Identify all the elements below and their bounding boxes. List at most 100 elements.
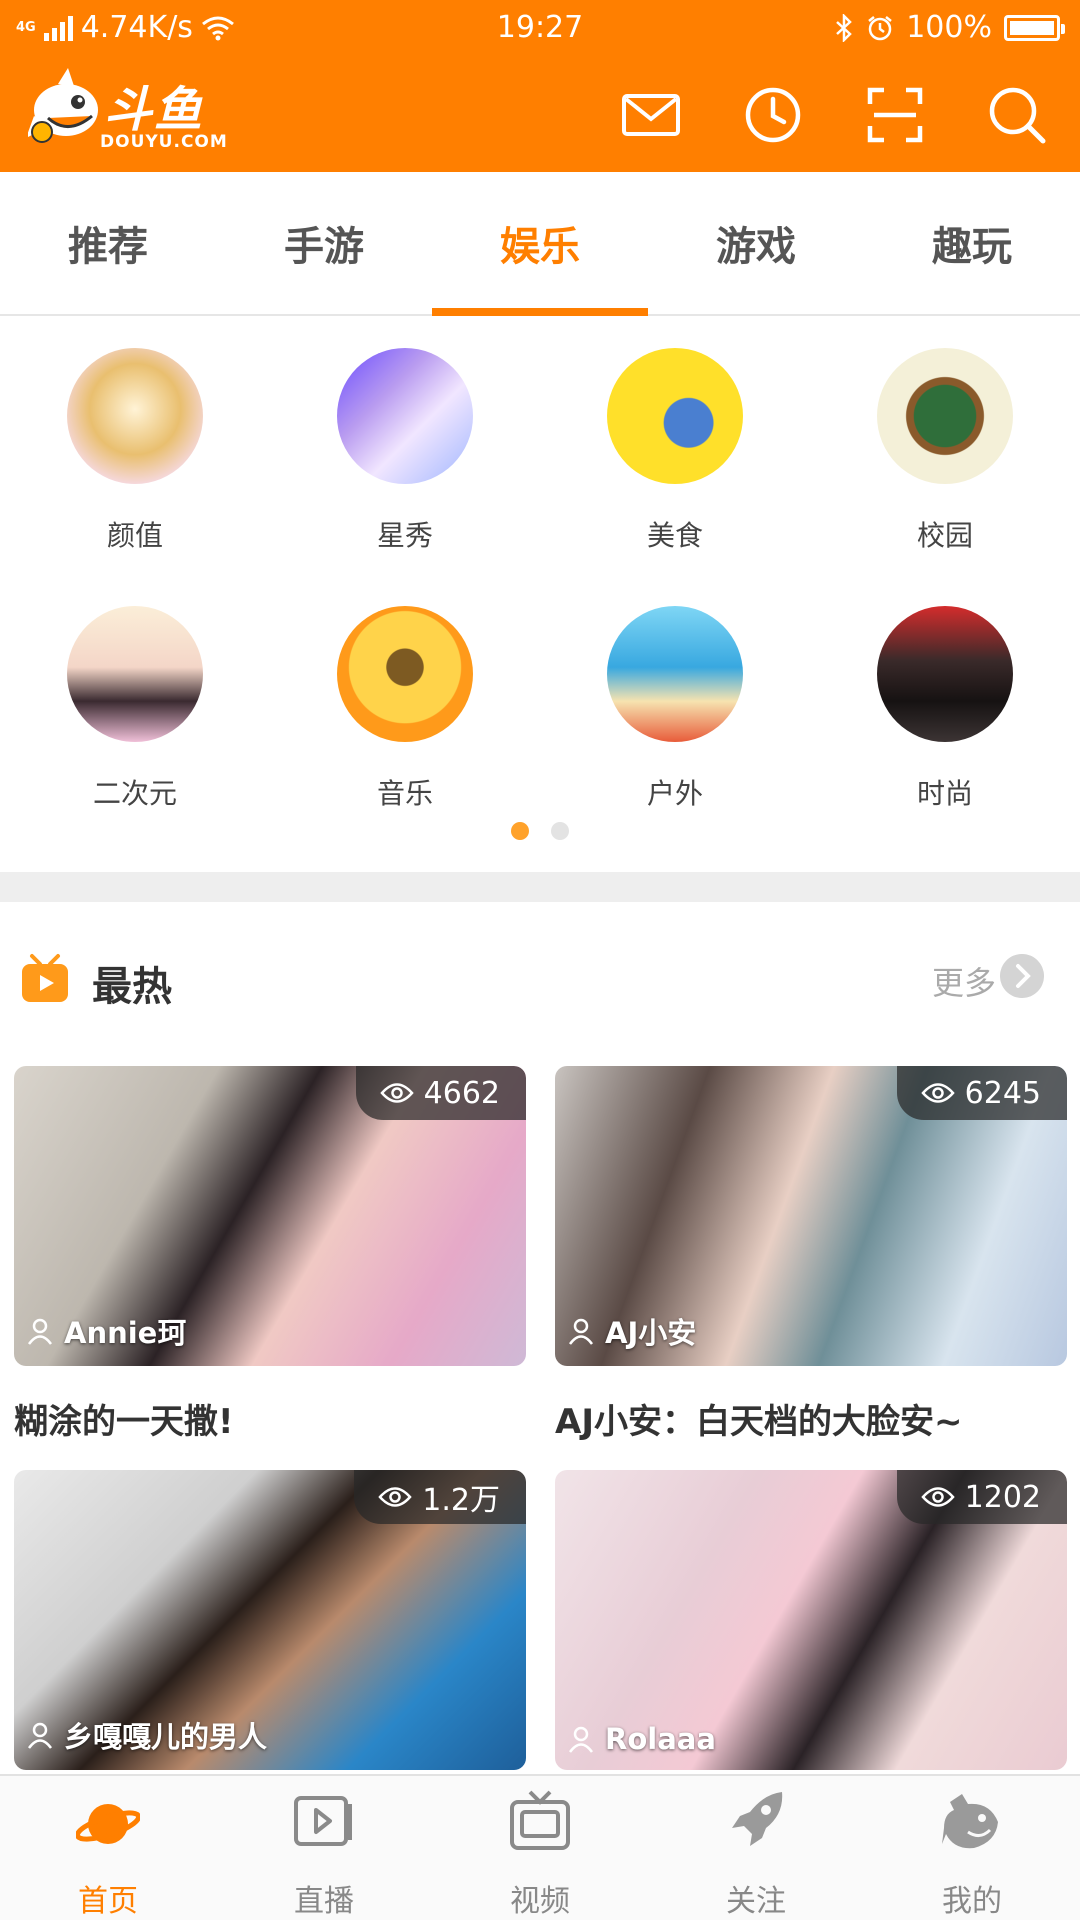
tab-fun[interactable]: 趣玩 — [864, 172, 1080, 314]
tab-recommend[interactable]: 推荐 — [0, 172, 216, 314]
category-image — [607, 348, 743, 484]
scan-icon[interactable] — [864, 84, 926, 146]
planet-icon — [76, 1804, 140, 1844]
category-label: 校园 — [916, 519, 973, 552]
category-image — [337, 348, 473, 484]
live-card[interactable]: 1202 Rolaaa — [555, 1470, 1067, 1798]
viewer-count: 1202 — [964, 1479, 1041, 1515]
category-label: 星秀 — [376, 519, 433, 552]
alarm-icon — [868, 15, 892, 40]
nav-label: 我的 — [942, 1884, 1002, 1919]
douyu-logo[interactable]: 斗鱼 DOUYU.COM — [28, 66, 228, 152]
history-icon[interactable] — [742, 84, 804, 146]
viewer-count-badge: 1202 — [896, 1470, 1067, 1524]
viewer-count-badge: 6245 — [896, 1066, 1067, 1120]
category-campus[interactable]: 校园 — [810, 348, 1080, 554]
anchor-info: 乡嘎嘎儿的男人 — [26, 1714, 267, 1756]
tv-play-icon — [22, 954, 68, 1002]
anchor-name: Annie珂 — [64, 1316, 187, 1350]
tab-mobile-games[interactable]: 手游 — [216, 172, 432, 314]
category-image — [67, 348, 203, 484]
category-acg[interactable]: 二次元 — [0, 606, 270, 812]
nav-live[interactable]: 直播 — [216, 1776, 432, 1920]
eye-icon — [378, 1487, 412, 1507]
anchor-name: 乡嘎嘎儿的男人 — [64, 1720, 268, 1754]
category-label: 音乐 — [376, 777, 433, 810]
category-xingxiu[interactable]: 星秀 — [270, 348, 540, 554]
search-icon[interactable] — [986, 84, 1048, 146]
stream-thumbnail[interactable]: 1202 Rolaaa — [555, 1470, 1067, 1770]
tab-games[interactable]: 游戏 — [648, 172, 864, 314]
section-title: 最热 — [92, 964, 172, 1010]
tab-entertainment[interactable]: 娱乐 — [432, 172, 648, 316]
play-icon — [294, 1796, 352, 1846]
page-dot[interactable] — [551, 822, 569, 840]
category-image — [607, 606, 743, 742]
stream-thumbnail[interactable]: 4662 Annie珂 — [14, 1066, 526, 1366]
category-yanzhi[interactable]: 颜值 — [0, 348, 270, 554]
user-icon — [568, 1318, 594, 1345]
category-image — [67, 606, 203, 742]
page-indicator — [0, 822, 1080, 840]
user-icon — [27, 1318, 53, 1345]
category-label: 户外 — [646, 777, 703, 810]
viewer-count: 1.2万 — [422, 1483, 500, 1518]
fish-icon — [942, 1794, 998, 1849]
eye-icon — [920, 1083, 955, 1103]
anchor-info: AJ小安 — [567, 1310, 696, 1352]
anchor-info: Annie珂 — [26, 1310, 186, 1352]
category-image — [337, 606, 473, 742]
nav-follow[interactable]: 关注 — [648, 1776, 864, 1920]
category-tabs: 推荐 手游 娱乐 游戏 趣玩 — [0, 172, 1080, 316]
category-fashion[interactable]: 时尚 — [810, 606, 1080, 812]
hot-section-header: 最热 更多 — [0, 940, 1080, 1020]
category-label: 美食 — [646, 519, 703, 552]
anchor-info: Rolaaa — [567, 1722, 716, 1756]
viewer-count: 4662 — [423, 1075, 500, 1111]
category-grid: 颜值 星秀 美食 校园 二次元 音乐 户外 时尚 — [0, 330, 1080, 810]
stream-thumbnail[interactable]: 1.2万 乡嘎嘎儿的男人 — [14, 1470, 526, 1770]
live-card[interactable]: 4662 Annie珂 糊涂的一天撒! — [14, 1066, 526, 1443]
live-card[interactable]: 1.2万 乡嘎嘎儿的男人 — [14, 1470, 526, 1798]
tv-icon — [510, 1790, 570, 1850]
bluetooth-icon — [836, 13, 853, 42]
anchor-name: AJ小安 — [605, 1316, 697, 1350]
page-dot-active[interactable] — [511, 822, 529, 840]
rocket-icon — [732, 1792, 783, 1846]
viewer-count: 6245 — [964, 1075, 1041, 1111]
logo-text: 斗鱼 — [104, 82, 205, 138]
anchor-name: Rolaaa — [605, 1722, 716, 1756]
battery-percent: 100% — [906, 10, 992, 45]
battery-icon — [1004, 14, 1065, 41]
chevron-right-icon[interactable] — [1000, 954, 1044, 998]
shark-logo-icon — [28, 68, 98, 143]
category-music[interactable]: 音乐 — [270, 606, 540, 812]
user-icon — [27, 1722, 53, 1749]
nav-label: 直播 — [294, 1884, 354, 1919]
stream-title[interactable]: AJ小安：白天档的大脸安~ — [555, 1394, 1067, 1443]
category-label: 二次元 — [92, 777, 177, 810]
nav-home[interactable]: 首页 — [0, 1776, 216, 1920]
category-label: 颜值 — [106, 519, 163, 552]
bottom-navigation: 首页 直播 视频 关注 我的 — [0, 1774, 1080, 1920]
logo-subtext: DOUYU.COM — [100, 132, 228, 152]
eye-icon — [920, 1487, 955, 1507]
stream-thumbnail[interactable]: 6245 AJ小安 — [555, 1066, 1067, 1366]
user-icon — [568, 1726, 594, 1753]
more-link[interactable]: 更多 — [932, 958, 996, 1004]
category-food[interactable]: 美食 — [540, 348, 810, 554]
category-outdoor[interactable]: 户外 — [540, 606, 810, 812]
live-card[interactable]: 6245 AJ小安 AJ小安：白天档的大脸安~ — [555, 1066, 1067, 1443]
viewer-count-badge: 4662 — [355, 1066, 526, 1120]
category-label: 时尚 — [916, 777, 973, 810]
nav-label: 关注 — [726, 1884, 786, 1919]
nav-label: 视频 — [510, 1884, 570, 1919]
viewer-count-badge: 1.2万 — [354, 1470, 526, 1524]
status-bar: 4G 4.74K/s 19:27 100% — [0, 0, 1080, 56]
nav-me[interactable]: 我的 — [864, 1776, 1080, 1920]
nav-video[interactable]: 视频 — [432, 1776, 648, 1920]
category-image — [877, 606, 1013, 742]
mail-icon[interactable] — [620, 84, 682, 146]
app-header: 4G 4.74K/s 19:27 100% 斗鱼 DOUYU.COM — [0, 0, 1080, 172]
stream-title[interactable]: 糊涂的一天撒! — [14, 1394, 526, 1443]
